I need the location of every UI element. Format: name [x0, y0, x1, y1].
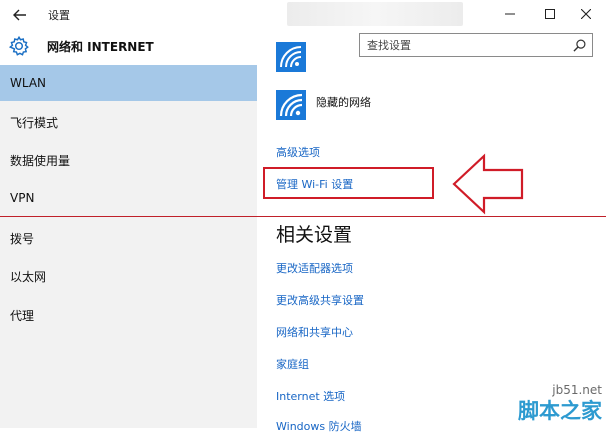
homegroup-link[interactable]: 家庭组: [276, 356, 309, 372]
gear-icon: [8, 35, 29, 56]
hidden-network-tile[interactable]: [276, 90, 306, 120]
sidebar-item-label: WLAN: [10, 76, 47, 90]
change-adapter-options-link[interactable]: 更改适配器选项: [276, 260, 353, 276]
back-button[interactable]: [6, 2, 34, 28]
blurred-region: [287, 2, 463, 26]
sidebar-item-wlan[interactable]: WLAN: [0, 65, 257, 101]
sidebar-item-label: 拨号: [10, 232, 35, 246]
sidebar-item-dialup[interactable]: 拨号: [0, 219, 257, 255]
annotation-divider-line: [0, 216, 606, 217]
watermark-name: 脚本之家: [518, 399, 602, 423]
annotation-arrow-icon: [452, 153, 524, 215]
watermark: jb51.net 脚本之家: [508, 381, 606, 428]
sidebar-item-airplane-mode[interactable]: 飞行模式: [0, 103, 257, 139]
wifi-network-tile[interactable]: [276, 42, 306, 72]
page-title: 网络和 INTERNET: [47, 40, 154, 54]
minimize-icon: [505, 13, 515, 15]
internet-options-link[interactable]: Internet 选项: [276, 388, 345, 404]
sidebar: WLAN 飞行模式 数据使用量 VPN 拨号 以太网 代理: [0, 65, 257, 428]
sidebar-item-label: VPN: [10, 191, 35, 205]
wifi-icon: [280, 46, 302, 68]
sidebar-item-proxy[interactable]: 代理: [0, 296, 257, 332]
sidebar-item-label: 代理: [10, 309, 35, 323]
sidebar-item-label: 飞行模式: [10, 116, 59, 130]
sidebar-item-data-usage[interactable]: 数据使用量: [0, 141, 257, 177]
close-button[interactable]: [566, 0, 606, 28]
maximize-icon: [545, 9, 555, 19]
advanced-options-link[interactable]: 高级选项: [276, 144, 320, 160]
sidebar-item-label: 数据使用量: [10, 154, 71, 168]
title-bar: 设置: [0, 0, 606, 30]
search-box[interactable]: [359, 33, 593, 57]
sidebar-item-label: 以太网: [10, 270, 47, 284]
close-icon: [581, 9, 591, 19]
related-settings-heading: 相关设置: [276, 224, 353, 246]
arrow-left-icon: [13, 9, 26, 21]
wifi-icon: [279, 93, 303, 117]
window-title: 设置: [48, 9, 70, 22]
minimize-button[interactable]: [490, 0, 530, 28]
search-input[interactable]: [367, 37, 567, 53]
windows-firewall-link[interactable]: Windows 防火墙: [276, 418, 362, 434]
main-content: 隐藏的网络 高级选项 管理 Wi-Fi 设置 相关设置 更改适配器选项 更改高级…: [257, 42, 606, 433]
maximize-button[interactable]: [530, 0, 570, 28]
sidebar-item-ethernet[interactable]: 以太网: [0, 257, 257, 293]
network-sharing-center-link[interactable]: 网络和共享中心: [276, 324, 353, 340]
advanced-sharing-settings-link[interactable]: 更改高级共享设置: [276, 292, 364, 308]
search-icon[interactable]: [573, 39, 586, 52]
sidebar-item-vpn[interactable]: VPN: [0, 180, 257, 216]
hidden-network-label[interactable]: 隐藏的网络: [316, 94, 371, 110]
annotation-highlight-box: [263, 167, 434, 199]
